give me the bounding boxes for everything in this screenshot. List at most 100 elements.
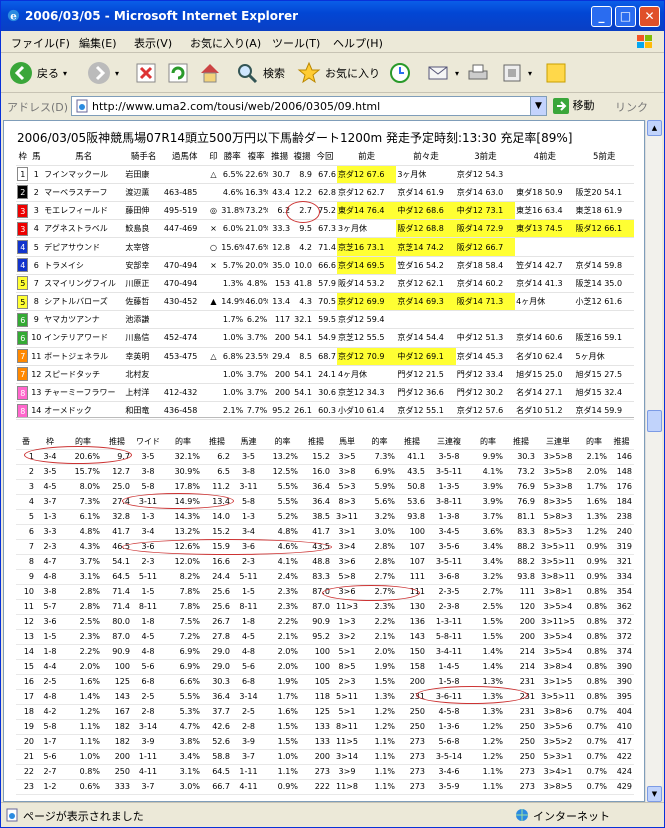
odds-cell: 16.0: [300, 464, 332, 480]
odds-row[interactable]: 17 4-8 1.4% 143 2-5 5.5% 36.4 3-14 1.7% 118 5>11 1.…: [16, 689, 634, 705]
odds-row[interactable]: 20 1-7 1.1% 182 3-9 3.8% 52.6 3-9 1.5% 133 11>5 1.1…: [16, 734, 634, 750]
scroll-up-button[interactable]: ▲: [647, 120, 662, 136]
stop-button[interactable]: [134, 60, 158, 86]
odds-row[interactable]: 19 5-8 1.1% 182 3-14 4.7% 42.6 2-8 1.5% 133 8>11 1.…: [16, 719, 634, 735]
horse-cell-n: 3: [29, 201, 44, 221]
horse-row[interactable]: 6 10 インテリアワード 川島信 452-474 1.0% 3.7% 200 54.1 54.9…: [16, 328, 634, 348]
address-input[interactable]: http://www.uma2.com/tousi/web/2006/0305/…: [71, 96, 547, 116]
horse-row[interactable]: 8 13 チャーミーフラワー 上村洋 412-432 1.0% 3.7% 200 54.1 30.…: [16, 383, 634, 403]
horse-row[interactable]: 3 4 アグネストラベル 鮫島良 447-469 × 6.0% 21.0% 33.3 9.5 67.…: [16, 219, 634, 239]
vertical-scrollbar[interactable]: ▲ ▼: [645, 120, 662, 802]
menu-tools[interactable]: ツール(T): [272, 35, 320, 51]
odds-row[interactable]: 22 2-7 0.8% 250 4-11 3.1% 64.5 1-11 1.1% 273 3>9 1.…: [16, 764, 634, 780]
horse-cell-p1: 京ダ12 62.7: [336, 183, 397, 203]
title-bar[interactable]: e 2006/03/05 - Microsoft Internet Explor…: [1, 1, 664, 31]
scroll-thumb[interactable]: [647, 410, 662, 432]
chevron-down-icon[interactable]: ▾: [455, 69, 459, 78]
odds-row[interactable]: 21 5-6 1.0% 200 1-11 3.4% 58.8 3-7 1.0% 200 3>14 1.…: [16, 749, 634, 765]
highlight-oval: [286, 201, 320, 223]
horse-row[interactable]: 7 12 スピードタッチ 北村友 1.0% 3.7% 200 54.1 24.1 4ヶ月休 門ダ12…: [16, 365, 634, 384]
menu-help[interactable]: ヘルプ(H): [333, 35, 383, 51]
horse-row[interactable]: 3 3 モエレフィールド 藤田伸 495-519 ◎ 31.8% 73.2% 6.2 2.7 75.…: [16, 201, 634, 221]
odds-cell: 1-8: [132, 614, 164, 630]
horse-row[interactable]: 6 9 ヤマカツアンナ 池添謙 1.7% 6.2% 117 32.1 59.5 京ダ12 59.4: [16, 310, 634, 330]
maximize-button[interactable]: □: [615, 6, 636, 27]
odds-row[interactable]: 13 1-5 2.3% 87.0 4-5 7.2% 27.8 4-5 2.1% 95.2 3>2 2.…: [16, 629, 634, 645]
race-header-cell: 過馬体: [162, 147, 207, 166]
horse-row[interactable]: 7 11 ボートジェネラル 幸英明 453-475 △ 6.8% 23.5% 29.4 8.5 68…: [16, 347, 634, 366]
history-button[interactable]: [388, 60, 412, 86]
favorites-button[interactable]: お気に入り: [297, 60, 380, 86]
odds-row[interactable]: 18 4-2 1.2% 167 2-8 5.3% 37.7 2-5 1.6% 125 5>1 1.2%…: [16, 704, 634, 720]
odds-cell: 71.4: [102, 584, 132, 600]
odds-cell: 2.3%: [362, 599, 397, 615]
odds-row[interactable]: 16 2-5 1.6% 125 6-8 6.6% 30.3 6-8 1.9% 105 2>3 1.5%…: [16, 674, 634, 690]
odds-header-cell: 推揚: [609, 434, 634, 450]
odds-row[interactable]: 12 3-6 2.5% 80.0 1-8 7.5% 26.7 1-8 2.2% 90.9 1>3 2.…: [16, 614, 634, 630]
odds-cell: 125: [300, 704, 332, 720]
odds-cell: 5-8: [36, 719, 64, 735]
scroll-down-button[interactable]: ▼: [647, 786, 662, 802]
horse-row[interactable]: 2 2 マーベラスチーフ 渡辺薫 463-485 4.6% 16.3% 43.4 12.2 62.…: [16, 183, 634, 203]
menu-file[interactable]: ファイル(F): [11, 35, 70, 51]
odds-cell: 5>3>8: [537, 479, 579, 495]
chevron-down-icon[interactable]: ▾: [528, 69, 532, 78]
menu-view[interactable]: 表示(V): [134, 35, 172, 51]
odds-row[interactable]: 8 4-7 3.7% 54.1 2-3 12.0% 16.6 2-3 4.1% 48.8 3>6 2.…: [16, 554, 634, 570]
odds-cell: 1.2%: [471, 734, 505, 750]
odds-cell: 6-8: [132, 674, 164, 690]
messenger-button[interactable]: [544, 60, 568, 86]
search-button[interactable]: 検索: [235, 60, 285, 86]
odds-cell: 3.0%: [164, 779, 202, 795]
odds-cell: 148: [609, 464, 634, 480]
horse-row[interactable]: 4 5 デピアサウンド 太宰啓 ○ 15.6% 47.6% 12.8 4.2 71.4 京芝16 7…: [16, 237, 634, 257]
back-button[interactable]: 戻る ▾: [9, 60, 67, 86]
odds-row[interactable]: 3 4-5 8.0% 25.0 5-8 17.8% 11.2 3-11 5.5% 36.4 5>3 5…: [16, 479, 634, 495]
horse-cell-r1: 30.7: [268, 165, 292, 184]
horse-cell-w: 4: [16, 237, 30, 257]
horse-row[interactable]: 5 8 シアトルバローズ 佐藤哲 430-452 ▲ 14.9% 46.0% 13.4 4.3 70…: [16, 292, 634, 312]
odds-row[interactable]: 4 3-7 7.3% 27.4 3-11 14.9% 13.4 5-8 5.5% 36.4 8>3 5…: [16, 494, 634, 510]
odds-cell: 1.5%: [471, 614, 505, 630]
horse-cell-p1: 京ダ12 69.9: [336, 292, 397, 312]
odds-cell: 5>3: [332, 479, 362, 495]
horse-cell-p5: 小芝12 61.6: [574, 292, 634, 312]
odds-row[interactable]: 9 4-8 3.1% 64.5 5-11 8.2% 24.4 5-11 2.4% 83.3 5>8 2…: [16, 569, 634, 585]
odds-row[interactable]: 5 1-3 6.1% 32.8 1-3 14.3% 14.0 1-3 5.2% 38.5 3>11 3…: [16, 509, 634, 525]
go-button[interactable]: 移動: [553, 97, 595, 114]
horse-cell-win: 5.7%: [220, 256, 245, 275]
chevron-down-icon[interactable]: ▾: [63, 69, 67, 78]
edit-button[interactable]: ▾: [500, 60, 532, 86]
forward-button[interactable]: ▾: [87, 60, 119, 86]
odds-cell: 53.6: [397, 494, 427, 510]
odds-row[interactable]: 6 3-3 4.8% 41.7 3-4 13.2% 15.2 3-4 4.8% 41.7 3>1 3.…: [16, 524, 634, 540]
mail-button[interactable]: ▾: [427, 60, 459, 86]
odds-cell: 231: [505, 704, 537, 720]
odds-cell: 14.3%: [164, 509, 202, 525]
odds-row[interactable]: 2 3-5 15.7% 12.7 3-8 30.9% 6.5 3-8 12.5% 16.0 3>8 6…: [16, 464, 634, 480]
odds-row[interactable]: 15 4-4 2.0% 100 5-6 6.9% 29.0 5-6 2.0% 100 8>5 1.9%…: [16, 659, 634, 675]
horse-cell-r1: 153: [268, 274, 292, 294]
odds-cell: 250: [397, 719, 427, 735]
odds-row[interactable]: 11 5-7 2.8% 71.4 8-11 7.8% 25.6 8-11 2.3% 87.0 11>…: [16, 599, 634, 615]
menu-favorites[interactable]: お気に入り(A): [190, 35, 261, 51]
refresh-button[interactable]: [166, 60, 190, 86]
menu-edit[interactable]: 編集(E): [79, 35, 117, 51]
print-button[interactable]: [466, 60, 490, 86]
home-button[interactable]: [198, 60, 222, 86]
links-button[interactable]: リンク: [615, 99, 648, 115]
odds-row[interactable]: 23 1-2 0.6% 333 3-7 3.0% 66.7 4-11 0.9% 222 11>8 1.…: [16, 779, 634, 795]
horse-row[interactable]: 4 6 トラメイシ 安部幸 470-494 × 5.7% 20.0% 35.0 10.0 66.6 京…: [16, 256, 634, 275]
horse-row[interactable]: 5 7 スマイリングフイル 川原正 470-494 1.3% 4.8% 153 41.8 57.9…: [16, 274, 634, 294]
horse-cell-n: 11: [29, 347, 44, 366]
odds-cell: 7.8%: [164, 584, 202, 600]
address-dropdown-button[interactable]: ▼: [530, 97, 546, 115]
chevron-down-icon[interactable]: ▾: [115, 69, 119, 78]
odds-cell: 136: [397, 614, 427, 630]
odds-cell: 184: [609, 494, 634, 510]
horse-row[interactable]: 1 1 フインマックール 岩田康 △ 6.5% 22.6% 30.7 8.9 67.6 京ダ12 6…: [16, 165, 634, 184]
odds-cell: 4-8: [36, 689, 64, 705]
minimize-button[interactable]: _: [591, 6, 612, 27]
odds-row[interactable]: 14 1-8 2.2% 90.9 4-8 6.9% 29.0 4-8 2.0% 100 5>1 2.0…: [16, 644, 634, 660]
close-button[interactable]: ✕: [639, 6, 660, 27]
